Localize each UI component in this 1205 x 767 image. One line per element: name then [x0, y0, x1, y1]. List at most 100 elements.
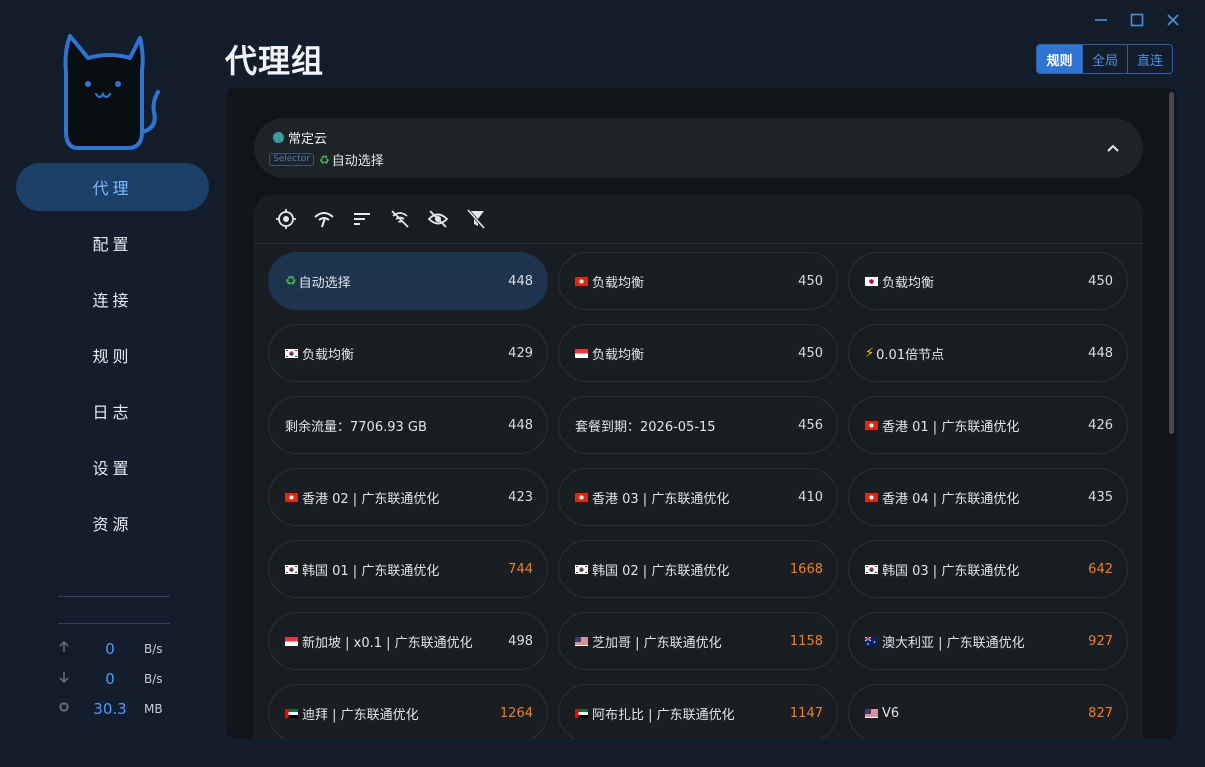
- proxy-node-delay[interactable]: 1264: [500, 706, 533, 721]
- filter-off-button[interactable]: [464, 207, 488, 231]
- proxy-node-delay[interactable]: 410: [798, 490, 823, 505]
- node-list-card: ♻ 自动选择 448 负载均衡 450 负载均衡 450 负载均衡 429 负载均衡 450 ⚡ 0.0…: [254, 194, 1143, 739]
- nav-item-rules[interactable]: 规则: [16, 331, 209, 379]
- proxy-node-delay[interactable]: 448: [1088, 346, 1113, 361]
- delay-test-button[interactable]: [312, 207, 336, 231]
- upload-stat: 0 B/s: [58, 634, 170, 664]
- proxy-node-delay[interactable]: 827: [1088, 706, 1113, 721]
- proxy-node-card[interactable]: 负载均衡 429: [268, 324, 548, 382]
- nav-item-profiles[interactable]: 配置: [16, 219, 209, 267]
- proxy-node-delay[interactable]: 642: [1088, 562, 1113, 577]
- proxy-node-card[interactable]: 澳大利亚 | 广东联通优化 927: [848, 612, 1128, 670]
- proxy-node-delay[interactable]: 435: [1088, 490, 1113, 505]
- proxy-node-card[interactable]: 套餐到期：2026-05-15 456: [558, 396, 838, 454]
- proxy-node-card[interactable]: V6 827: [848, 684, 1128, 739]
- nav-item-connections[interactable]: 连接: [16, 275, 209, 323]
- proxy-node-card[interactable]: 负载均衡 450: [558, 324, 838, 382]
- proxy-node-label: 0.01倍节点: [876, 347, 945, 363]
- proxy-node-card[interactable]: 香港 01 | 广东联通优化 426: [848, 396, 1128, 454]
- arrow-down-icon: [58, 671, 76, 687]
- download-stat: 0 B/s: [58, 664, 170, 694]
- proxy-node-delay[interactable]: 448: [508, 274, 533, 289]
- flag-hk-icon: [575, 274, 590, 289]
- lightning-icon: ⚡: [865, 345, 875, 361]
- proxy-node-name: 套餐到期：2026-05-15: [575, 416, 716, 435]
- proxy-node-name: 负载均衡: [865, 272, 934, 291]
- hide-button[interactable]: [426, 207, 450, 231]
- proxy-node-card[interactable]: ⚡ 0.01倍节点 448: [848, 324, 1128, 382]
- proxy-node-delay[interactable]: 429: [508, 346, 533, 361]
- proxy-node-delay[interactable]: 423: [508, 490, 533, 505]
- proxy-node-card[interactable]: 迪拜 | 广东联通优化 1264: [268, 684, 548, 739]
- proxy-node-card[interactable]: 芝加哥 | 广东联通优化 1158: [558, 612, 838, 670]
- proxy-node-delay[interactable]: 450: [798, 274, 823, 289]
- cat-logo-icon: [63, 34, 160, 150]
- sidebar: 代理 配置 连接 规则 日志 设置 资源 0 B/s 0 B/s 30.3 MB: [0, 0, 226, 767]
- proxy-node-delay[interactable]: 744: [508, 562, 533, 577]
- proxy-node-delay[interactable]: 498: [508, 634, 533, 649]
- flag-au-icon: [865, 634, 880, 649]
- proxy-node-card[interactable]: 剩余流量：7706.93 GB 448: [268, 396, 548, 454]
- proxy-node-name: 香港 04 | 广东联通优化: [865, 488, 1019, 507]
- minimize-button[interactable]: [1083, 8, 1119, 32]
- flag-kr-icon: [575, 562, 590, 577]
- proxy-node-name: 韩国 02 | 广东联通优化: [575, 560, 729, 579]
- proxy-node-delay[interactable]: 1147: [790, 706, 823, 721]
- scrollbar[interactable]: [1169, 92, 1174, 434]
- proxy-node-delay[interactable]: 1668: [790, 562, 823, 577]
- locate-button[interactable]: [274, 207, 298, 231]
- memory-chip-icon: [58, 701, 76, 717]
- proxy-node-card[interactable]: 香港 03 | 广东联通优化 410: [558, 468, 838, 526]
- proxy-panel: 常定云 Selector ♻ 自动选择 ♻ 自动选择 448 负载均衡 450 …: [226, 88, 1177, 739]
- proxy-node-delay[interactable]: 448: [508, 418, 533, 433]
- nav-item-settings[interactable]: 设置: [16, 443, 209, 491]
- proxy-node-delay[interactable]: 927: [1088, 634, 1113, 649]
- node-grid: ♻ 自动选择 448 负载均衡 450 负载均衡 450 负载均衡 429 负载均衡 450 ⚡ 0.0…: [268, 252, 1128, 739]
- proxy-node-card[interactable]: 韩国 03 | 广东联通优化 642: [848, 540, 1128, 598]
- proxy-group-header[interactable]: 常定云 Selector ♻ 自动选择: [254, 118, 1143, 178]
- page-title: 代理组: [225, 42, 325, 80]
- recycle-icon: ♻: [318, 152, 330, 167]
- proxy-node-card[interactable]: ♻ 自动选择 448: [268, 252, 548, 310]
- proxy-node-delay[interactable]: 426: [1088, 418, 1113, 433]
- group-name-label: 常定云: [288, 132, 328, 147]
- maximize-button[interactable]: [1119, 8, 1155, 32]
- proxy-node-card[interactable]: 新加坡 | x0.1 | 广东联通优化 498: [268, 612, 548, 670]
- mode-direct-button[interactable]: 直连: [1127, 45, 1172, 73]
- nav-item-proxy[interactable]: 代理: [16, 163, 209, 211]
- proxy-node-delay[interactable]: 1158: [790, 634, 823, 649]
- proxy-node-card[interactable]: 香港 02 | 广东联通优化 423: [268, 468, 548, 526]
- mode-rule-button[interactable]: 规则: [1037, 45, 1082, 73]
- proxy-node-name: 韩国 01 | 广东联通优化: [285, 560, 439, 579]
- group-type-badge: Selector: [269, 153, 314, 166]
- flag-us-icon: [865, 706, 880, 721]
- proxy-node-name: ⚡ 0.01倍节点: [865, 344, 944, 363]
- mode-global-button[interactable]: 全局: [1082, 45, 1127, 73]
- proxy-node-delay[interactable]: 456: [798, 418, 823, 433]
- proxy-node-card[interactable]: 负载均衡 450: [558, 252, 838, 310]
- nav-item-logs[interactable]: 日志: [16, 387, 209, 435]
- proxy-node-label: 澳大利亚 | 广东联通优化: [882, 635, 1025, 651]
- sort-button[interactable]: [350, 207, 374, 231]
- nav-item-resources[interactable]: 资源: [16, 499, 209, 547]
- chevron-up-icon: [1107, 144, 1119, 152]
- proxy-node-card[interactable]: 阿布扎比 | 广东联通优化 1147: [558, 684, 838, 739]
- window-controls: [1083, 8, 1191, 32]
- proxy-node-card[interactable]: 韩国 01 | 广东联通优化 744: [268, 540, 548, 598]
- proxy-node-label: 负载均衡: [302, 347, 355, 363]
- upload-value: 0: [105, 640, 115, 658]
- download-value: 0: [105, 670, 115, 688]
- flag-ae-icon: [575, 706, 590, 721]
- proxy-node-card[interactable]: 韩国 02 | 广东联通优化 1668: [558, 540, 838, 598]
- proxy-node-label: 负载均衡: [592, 347, 645, 363]
- proxy-node-card[interactable]: 香港 04 | 广东联通优化 435: [848, 468, 1128, 526]
- proxy-node-delay[interactable]: 450: [798, 346, 823, 361]
- hide-unavailable-button[interactable]: [388, 207, 412, 231]
- flag-kr-icon: [865, 562, 880, 577]
- proxy-node-card[interactable]: 负载均衡 450: [848, 252, 1128, 310]
- close-button[interactable]: [1155, 8, 1191, 32]
- proxy-node-label: 芝加哥 | 广东联通优化: [592, 635, 722, 651]
- proxy-node-label: 迪拜 | 广东联通优化: [302, 707, 419, 723]
- proxy-node-delay[interactable]: 450: [1088, 274, 1113, 289]
- proxy-node-label: 香港 01 | 广东联通优化: [882, 419, 1020, 435]
